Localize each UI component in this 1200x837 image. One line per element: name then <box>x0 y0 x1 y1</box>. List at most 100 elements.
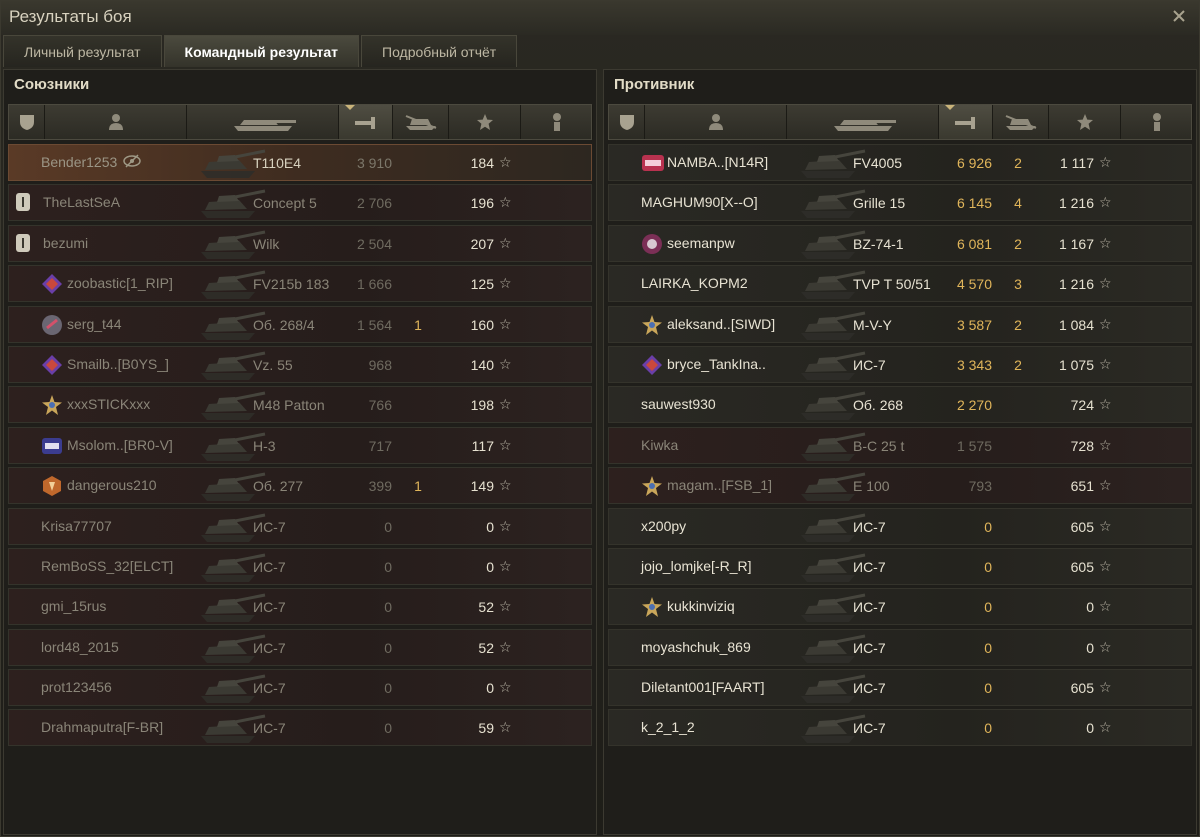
sort-indicator-icon <box>945 105 955 110</box>
kills-value: 1 <box>414 316 422 333</box>
player-name: k_2_1_2 <box>641 719 695 736</box>
vehicle-name: E 100 <box>853 478 890 495</box>
damage-value: 0 <box>984 720 992 737</box>
xp-value: 651 <box>1070 478 1094 495</box>
vehicle-name: ИС-7 <box>253 518 286 535</box>
tab-team-result[interactable]: Командный результат <box>163 35 359 67</box>
xp-value: 1 075 <box>1058 356 1094 373</box>
player-row[interactable]: MAGHUM90[X--O] Grille 15 6 145 4 1 216 ☆ <box>608 184 1192 222</box>
player-row[interactable]: NAMBA..[N14R] FV4005 6 926 2 1 117 ☆ <box>608 144 1192 181</box>
damage-value: 1 575 <box>956 437 992 454</box>
damage-value: 1 564 <box>356 316 392 333</box>
player-row[interactable]: Drahmaputra[F-BR] ИС-7 0 59 ☆ <box>8 709 592 747</box>
player-row[interactable]: serg_t44 Об. 268/4 1 564 1 160 ☆ <box>8 305 592 343</box>
clan-emblem-icon <box>641 475 662 497</box>
xp-value: 724 <box>1070 397 1094 414</box>
title-bar[interactable]: Результаты боя <box>1 1 1199 35</box>
player-row[interactable]: Smailb..[B0YS_] Vz. 55 968 140 ☆ <box>8 345 592 383</box>
player-name: lord48_2015 <box>41 638 119 655</box>
xp-star-icon: ☆ <box>499 315 512 332</box>
player-name: Smailb..[B0YS_] <box>67 355 169 372</box>
damage-value: 0 <box>384 599 392 616</box>
xp-value: 207 <box>470 235 494 252</box>
damage-value: 0 <box>984 558 992 575</box>
clan-emblem-icon <box>41 273 62 295</box>
xp-column-header[interactable] <box>449 105 521 139</box>
medals-column-header[interactable] <box>521 105 593 139</box>
vehicle-name: T110E4 <box>253 155 301 171</box>
player-row[interactable]: k_2_1_2 ИС-7 0 0 ☆ <box>608 709 1192 747</box>
xp-value: 0 <box>1086 639 1094 656</box>
tab-personal-result[interactable]: Личный результат <box>3 35 162 67</box>
player-row[interactable]: sauwest930 Об. 268 2 270 724 ☆ <box>608 386 1192 424</box>
player-row[interactable]: Msolom..[BR0-V] Н-3 717 117 ☆ <box>8 426 592 464</box>
player-row[interactable]: x200py ИС-7 0 605 ☆ <box>608 507 1192 545</box>
player-name: Krisa77707 <box>41 517 112 534</box>
destroyed-tank-icon <box>993 105 1048 139</box>
damage-column-header[interactable] <box>939 105 993 139</box>
vehicle-column-header[interactable] <box>787 105 939 139</box>
xp-star-icon: ☆ <box>1099 477 1112 494</box>
kills-value: 2 <box>1014 316 1022 333</box>
kills-value: 1 <box>414 478 422 495</box>
vehicle-name: ИС-7 <box>853 518 886 535</box>
enemies-panel: Противник NAMBA..[N14R] FV4005 6 926 2 1 117… <box>603 69 1197 835</box>
player-row[interactable]: moyashchuk_869 ИС-7 0 0 ☆ <box>608 628 1192 666</box>
player-row[interactable]: seemanpw BZ-74-1 6 081 2 1 167 ☆ <box>608 224 1192 262</box>
player-row[interactable]: magam..[FSB_1] E 100 793 651 ☆ <box>608 467 1192 505</box>
player-column-header[interactable] <box>645 105 787 139</box>
clan-emblem-icon <box>641 152 664 174</box>
enemies-rows: NAMBA..[N14R] FV4005 6 926 2 1 117 ☆ MAGHUM90[… <box>608 144 1192 750</box>
player-column-header[interactable] <box>45 105 187 139</box>
player-row[interactable]: Bender1253 T110E4 3 910 184 ☆ <box>8 144 592 181</box>
damage-value: 4 570 <box>956 276 992 293</box>
kills-value: 3 <box>1014 276 1022 293</box>
person-icon <box>645 105 786 139</box>
player-row[interactable]: Kiwka B-C 25 t 1 575 728 ☆ <box>608 426 1192 464</box>
player-row[interactable]: gmi_15rus ИС-7 0 52 ☆ <box>8 588 592 626</box>
shield-icon <box>609 105 644 139</box>
clan-emblem-icon <box>41 394 62 416</box>
player-name: jojo_lomjke[-R_R] <box>641 557 752 574</box>
damage-column-header[interactable] <box>339 105 393 139</box>
close-button[interactable] <box>1165 3 1193 29</box>
vehicle-column-header[interactable] <box>187 105 339 139</box>
kills-column-header[interactable] <box>393 105 449 139</box>
squad-column-header[interactable] <box>9 105 45 139</box>
kills-column-header[interactable] <box>993 105 1049 139</box>
player-row[interactable]: LAIRKA_KOPM2 TVP T 50/51 4 570 3 1 216 ☆ <box>608 265 1192 303</box>
xp-column-header[interactable] <box>1049 105 1121 139</box>
tank-icon <box>787 105 938 139</box>
player-row[interactable]: zoobastic[1_RIP] FV215b 183 1 666 125 ☆ <box>8 265 592 303</box>
player-row[interactable]: Krisa77707 ИС-7 0 0 ☆ <box>8 507 592 545</box>
vehicle-name: ИС-7 <box>853 639 886 656</box>
player-name: gmi_15rus <box>41 598 107 615</box>
player-row[interactable]: TheLastSeA Concept 5 2 706 196 ☆ <box>8 184 592 222</box>
tab-detailed-report[interactable]: Подробный отчёт <box>361 35 518 67</box>
player-row[interactable]: bryce_TankIna.. ИС-7 3 343 2 1 075 ☆ <box>608 345 1192 383</box>
player-row[interactable]: aleksand..[SIWD] M-V-Y 3 587 2 1 084 ☆ <box>608 305 1192 343</box>
medal-icon <box>521 105 592 139</box>
player-row[interactable]: jojo_lomjke[-R_R] ИС-7 0 605 ☆ <box>608 547 1192 585</box>
player-row[interactable]: RemBoSS_32[ELCT] ИС-7 0 0 ☆ <box>8 547 592 585</box>
vehicle-name: M48 Patton <box>253 397 325 414</box>
player-row[interactable]: xxxSTICKxxx M48 Patton 766 198 ☆ <box>8 386 592 424</box>
medals-column-header[interactable] <box>1121 105 1193 139</box>
squad-column-header[interactable] <box>609 105 645 139</box>
player-row[interactable]: lord48_2015 ИС-7 0 52 ☆ <box>8 628 592 666</box>
damage-value: 399 <box>368 478 392 495</box>
xp-value: 605 <box>1070 518 1094 535</box>
player-row[interactable]: prot123456 ИС-7 0 0 ☆ <box>8 669 592 707</box>
clan-emblem-icon <box>41 475 61 497</box>
player-row[interactable]: bezumi Wilk 2 504 207 ☆ <box>8 224 592 262</box>
damage-icon <box>939 105 992 139</box>
player-row[interactable]: Diletant001[FAART] ИС-7 0 605 ☆ <box>608 669 1192 707</box>
player-row[interactable]: kukkinviziq ИС-7 0 0 ☆ <box>608 588 1192 626</box>
xp-star-icon: ☆ <box>499 194 512 211</box>
damage-value: 0 <box>984 518 992 535</box>
allies-rows: Bender1253 T110E4 3 910 184 ☆ TheLastSeA Conce… <box>8 144 592 750</box>
xp-star-icon: ☆ <box>1099 154 1112 170</box>
player-row[interactable]: dangerous210 Об. 277 399 1 149 ☆ <box>8 467 592 505</box>
xp-star-icon: ☆ <box>1099 194 1112 211</box>
vehicle-name: ИС-7 <box>853 356 886 373</box>
